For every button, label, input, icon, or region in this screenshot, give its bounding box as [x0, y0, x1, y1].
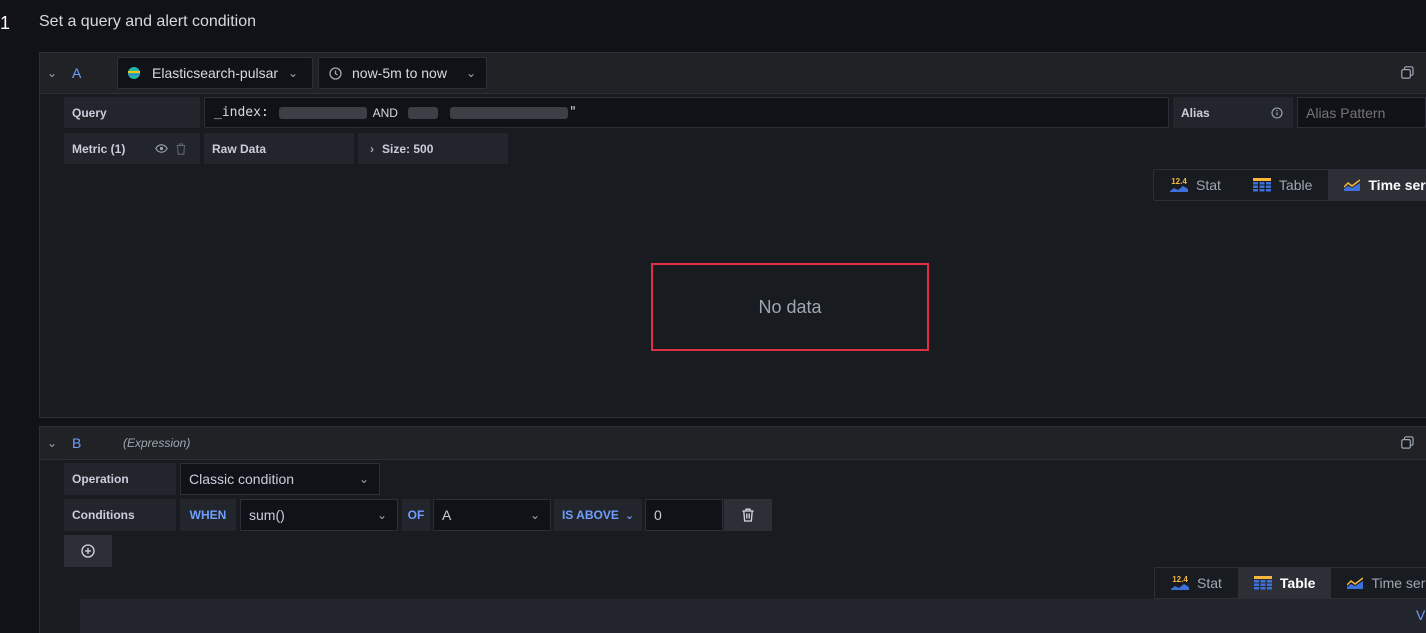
clock-icon — [329, 66, 342, 80]
redacted-field — [407, 106, 438, 119]
query-input[interactable]: _index: AND " — [204, 97, 1169, 128]
expression-b-ref-id[interactable]: B — [72, 435, 81, 451]
viz-b-stat[interactable]: 12.4 Stat — [1155, 568, 1238, 598]
time-series-icon — [1347, 577, 1364, 589]
alias-pattern-input[interactable] — [1297, 97, 1426, 128]
query-label: Query — [64, 97, 200, 128]
delete-condition-button[interactable] — [724, 499, 772, 531]
conditions-label: Conditions — [64, 499, 176, 531]
metric-label-text: Metric (1) — [72, 141, 126, 156]
viz-b-time-series[interactable]: Time series — [1331, 568, 1426, 598]
viz-toggle-a: 12.4 Stat Table Time series — [1153, 169, 1426, 201]
trash-icon[interactable] — [176, 142, 186, 155]
redacted-value — [449, 106, 568, 119]
duplicate-query-a-icon[interactable] — [1401, 66, 1414, 79]
reducer-chevron-down-icon: ⌄ — [376, 508, 387, 522]
expression-type-label: (Expression) — [123, 436, 191, 450]
operation-select[interactable]: Classic condition ⌄ — [180, 463, 380, 495]
info-circle-icon[interactable] — [1271, 106, 1283, 119]
metric-label: Metric (1) — [64, 133, 200, 164]
query-suffix-text: " — [568, 105, 577, 120]
redacted-index — [278, 106, 367, 119]
table-icon — [1252, 178, 1271, 192]
collapse-b-chevron-icon[interactable]: ⌄ — [47, 436, 57, 450]
query-ref-chevron-down-icon: ⌄ — [529, 508, 540, 522]
datasource-picker[interactable]: Elasticsearch-pulsar ⌄ — [117, 57, 313, 89]
query-prefix-text: _index: — [214, 105, 277, 120]
metric-type-select[interactable]: Raw Data — [204, 133, 354, 164]
operation-chevron-down-icon: ⌄ — [358, 472, 369, 486]
duplicate-expression-b-icon[interactable] — [1401, 436, 1414, 449]
when-keyword: WHEN — [180, 499, 236, 531]
add-condition-button[interactable] — [64, 535, 112, 567]
query-a-ref-id[interactable]: A — [72, 65, 81, 81]
alias-label-text: Alias — [1181, 105, 1210, 120]
viz-toggle-b: 12.4 Stat Table Time series — [1154, 567, 1426, 599]
datasource-name: Elasticsearch-pulsar — [152, 65, 279, 81]
viz-a-table[interactable]: Table — [1237, 170, 1328, 200]
operation-value: Classic condition — [189, 471, 295, 487]
threshold-input[interactable] — [645, 499, 723, 531]
no-data-box: No data — [651, 263, 929, 351]
step-number: 1 — [0, 12, 11, 33]
time-series-icon — [1344, 179, 1361, 191]
no-data-message: No data — [758, 296, 822, 317]
evaluator-chevron-down-icon: ⌄ — [624, 509, 635, 522]
collapse-a-chevron-icon[interactable]: ⌄ — [47, 66, 57, 80]
eye-icon[interactable] — [155, 144, 168, 153]
alias-label: Alias — [1173, 97, 1293, 128]
evaluator-value: IS ABOVE — [561, 508, 619, 522]
reducer-select[interactable]: sum() ⌄ — [240, 499, 398, 531]
size-settings-toggle[interactable]: › Size: 500 — [358, 133, 508, 164]
expression-b-header — [40, 427, 1426, 460]
chevron-right-icon: › — [370, 141, 374, 156]
operation-label: Operation — [64, 463, 176, 495]
time-range-chevron-down-icon: ⌄ — [465, 66, 476, 80]
viz-a-time-series[interactable]: Time series — [1328, 170, 1426, 200]
query-ref-select[interactable]: A ⌄ — [433, 499, 551, 531]
datasource-chevron-down-icon: ⌄ — [288, 66, 299, 80]
query-and-text: AND — [372, 105, 398, 120]
time-range-label: now-5m to now — [352, 65, 447, 81]
expression-b-result-area — [80, 599, 1426, 633]
elasticsearch-icon — [128, 67, 140, 79]
table-icon — [1253, 576, 1272, 590]
query-ref-value: A — [442, 507, 452, 523]
viz-b-table[interactable]: Table — [1237, 568, 1332, 598]
time-range-picker[interactable]: now-5m to now ⌄ — [318, 57, 487, 89]
stat-viz-icon: 12.4 — [1170, 178, 1188, 192]
step-title: Set a query and alert condition — [39, 13, 257, 30]
plus-circle-icon — [81, 544, 95, 558]
reducer-value: sum() — [249, 507, 285, 523]
size-label: Size: 500 — [382, 141, 434, 156]
trash-icon — [742, 508, 754, 522]
result-area-partial-text: V — [1416, 607, 1426, 623]
evaluator-select[interactable]: IS ABOVE ⌄ — [554, 499, 642, 531]
stat-viz-icon: 12.4 — [1171, 576, 1189, 590]
viz-a-stat[interactable]: 12.4 Stat — [1154, 170, 1237, 200]
of-keyword: OF — [402, 499, 430, 531]
